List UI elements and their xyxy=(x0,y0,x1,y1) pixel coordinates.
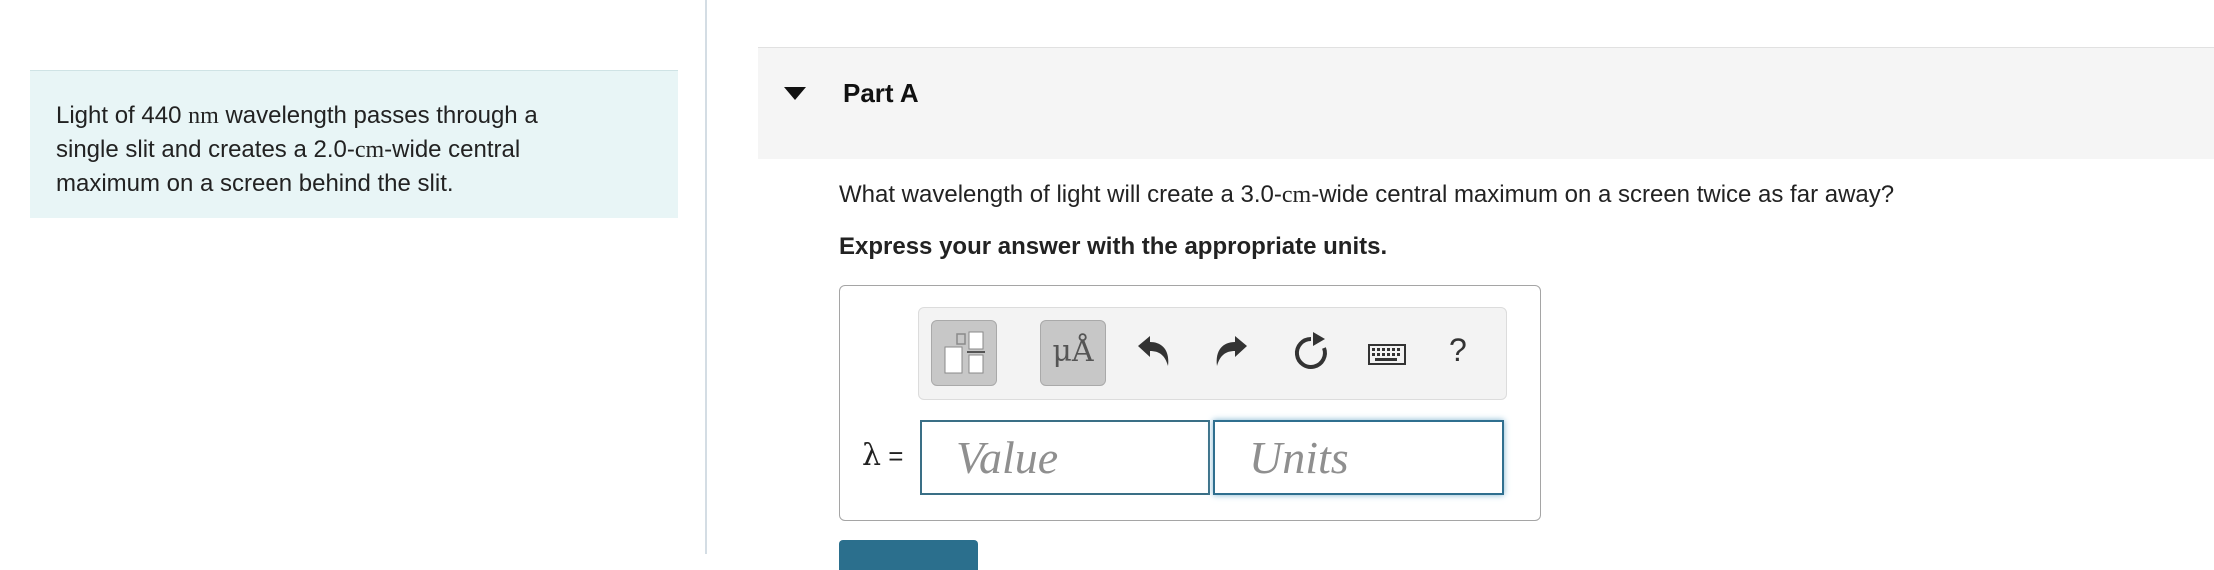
unit-nm: nm xyxy=(188,103,219,129)
help-icon[interactable]: ? xyxy=(1449,332,1467,369)
intro-line-3: maximum on a screen behind the slit. xyxy=(56,170,454,197)
unit-cm: cm xyxy=(1281,182,1312,208)
units-icon: μÅ xyxy=(1052,334,1094,369)
intro-line-1: Light of 440 nm wavelength passes throug… xyxy=(56,102,538,129)
value-input[interactable]: Value xyxy=(920,420,1210,495)
part-title: Part A xyxy=(843,78,919,108)
problem-panel: Light of 440 nm wavelength passes throug… xyxy=(0,0,705,554)
keyboard-icon[interactable] xyxy=(1365,328,1409,378)
templates-icon xyxy=(944,331,985,374)
unit-cm: cm xyxy=(354,137,385,163)
part-a-header[interactable]: Part A xyxy=(758,47,2214,159)
collapse-triangle-icon[interactable] xyxy=(784,87,806,100)
units-button[interactable]: μÅ xyxy=(1040,320,1106,386)
undo-icon[interactable] xyxy=(1132,328,1176,378)
math-toolbar: μÅ ? xyxy=(918,307,1507,400)
problem-intro: Light of 440 nm wavelength passes throug… xyxy=(30,70,678,218)
intro-line-2: single slit and creates a 2.0-cm-wide ce… xyxy=(56,136,521,163)
reset-icon[interactable] xyxy=(1289,328,1333,378)
answer-variable-label: λ = xyxy=(862,438,904,473)
templates-button[interactable] xyxy=(931,320,997,386)
units-input[interactable]: Units xyxy=(1213,420,1504,495)
panel-divider xyxy=(705,0,707,554)
question-text: What wavelength of light will create a 3… xyxy=(839,181,1895,208)
submit-button[interactable] xyxy=(839,540,978,570)
redo-icon[interactable] xyxy=(1209,328,1253,378)
answer-instruction: Express your answer with the appropriate… xyxy=(839,233,1388,260)
